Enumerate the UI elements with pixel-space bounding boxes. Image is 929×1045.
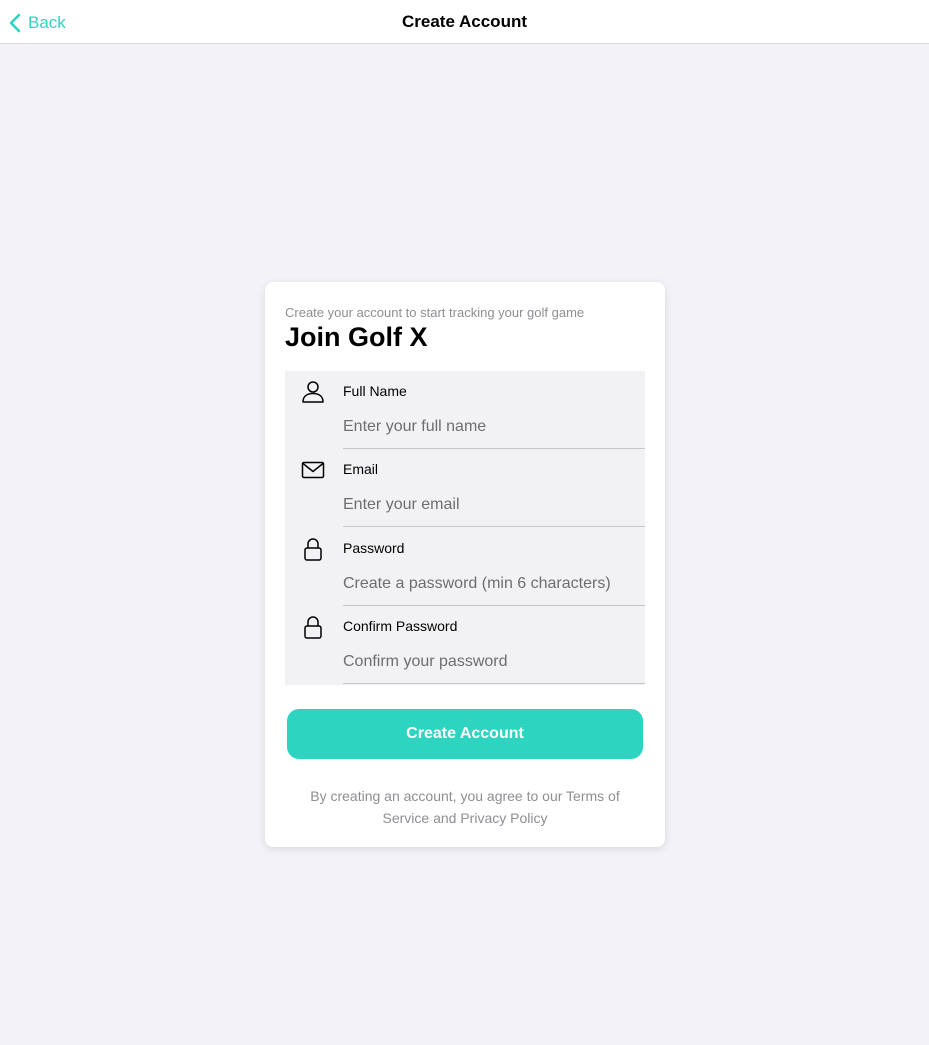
page-title: Create Account	[401, 12, 527, 31]
divider	[343, 526, 645, 527]
full-name-label: Full Name	[343, 383, 407, 399]
signup-form: Full Name Email Password	[285, 371, 645, 685]
legal-notice: By creating an account, you agree to our…	[285, 785, 645, 829]
card-heading: Join Golf X	[285, 322, 428, 352]
lock-icon	[304, 616, 322, 639]
lock-icon	[304, 538, 322, 561]
email-field-row: Email	[285, 449, 645, 527]
confirm-password-input[interactable]	[343, 650, 643, 674]
legal-prefix: By creating an account, you agree to our	[310, 788, 567, 804]
full-name-input[interactable]	[343, 415, 643, 439]
confirm-password-label: Confirm Password	[343, 618, 458, 634]
email-label: Email	[343, 461, 379, 477]
divider	[343, 683, 645, 684]
card-subtitle: Create your account to start tracking yo…	[285, 305, 585, 320]
password-input[interactable]	[343, 572, 643, 596]
password-label: Password	[343, 540, 405, 556]
person-icon	[302, 381, 324, 403]
full-name-field-row: Full Name	[285, 371, 645, 449]
password-field-row: Password	[285, 528, 645, 606]
legal-and: and	[429, 810, 461, 826]
signup-card: Create your account to start tracking yo…	[265, 282, 665, 847]
privacy-policy-link[interactable]: Privacy Policy	[460, 810, 547, 826]
confirm-password-field-row: Confirm Password	[285, 606, 645, 684]
envelope-icon	[301, 461, 325, 479]
create-account-button[interactable]: Create Account	[287, 709, 643, 759]
email-input[interactable]	[343, 493, 643, 517]
navigation-bar: Back Create Account	[0, 0, 929, 44]
